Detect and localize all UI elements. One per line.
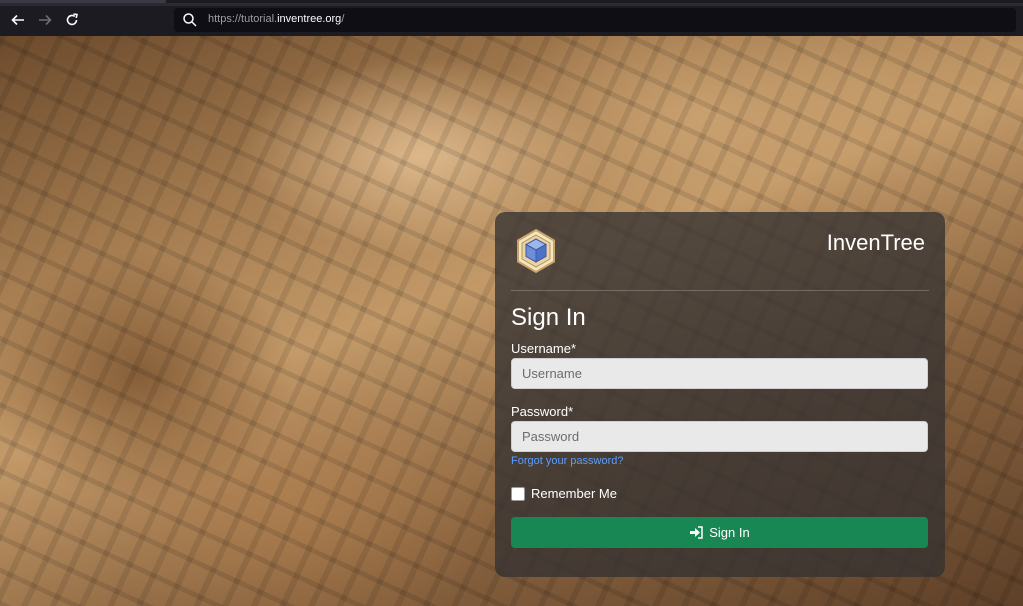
forgot-password-link[interactable]: Forgot your password? [511, 455, 624, 467]
url-text[interactable]: https://tutorial.inventree.org/ [208, 13, 344, 25]
reload-button[interactable] [63, 11, 81, 29]
back-button[interactable] [9, 11, 27, 29]
remember-me-checkbox[interactable] [511, 486, 525, 501]
tab-strip [0, 3, 1023, 6]
remember-me-label: Remember Me [531, 486, 617, 501]
arrow-left-icon [11, 14, 24, 26]
sign-in-button[interactable]: Sign In [511, 517, 928, 548]
forward-button[interactable] [36, 11, 54, 29]
sign-in-icon [690, 526, 703, 539]
address-bar[interactable]: https://tutorial.inventree.org/ [174, 8, 1016, 32]
remember-me[interactable]: Remember Me [511, 486, 617, 501]
search-icon [183, 13, 197, 27]
login-card: InvenTree Sign In Username* Password* Fo… [495, 212, 945, 577]
url-suffix: / [341, 13, 345, 25]
reload-icon [66, 13, 78, 26]
sign-in-label: Sign In [709, 525, 750, 540]
url-prefix: https://tutorial. [208, 13, 278, 25]
page-title: Sign In [511, 304, 586, 331]
password-input[interactable] [511, 421, 928, 452]
browser-toolbar: https://tutorial.inventree.org/ [0, 0, 1023, 36]
password-label: Password* [511, 404, 574, 419]
username-label: Username* [511, 341, 577, 356]
inventree-logo-icon [517, 228, 555, 274]
username-input[interactable] [511, 358, 928, 389]
url-domain: inventree.org [277, 13, 342, 25]
brand-title: InvenTree [826, 230, 925, 255]
header-divider [511, 290, 929, 291]
arrow-right-icon [39, 14, 52, 26]
